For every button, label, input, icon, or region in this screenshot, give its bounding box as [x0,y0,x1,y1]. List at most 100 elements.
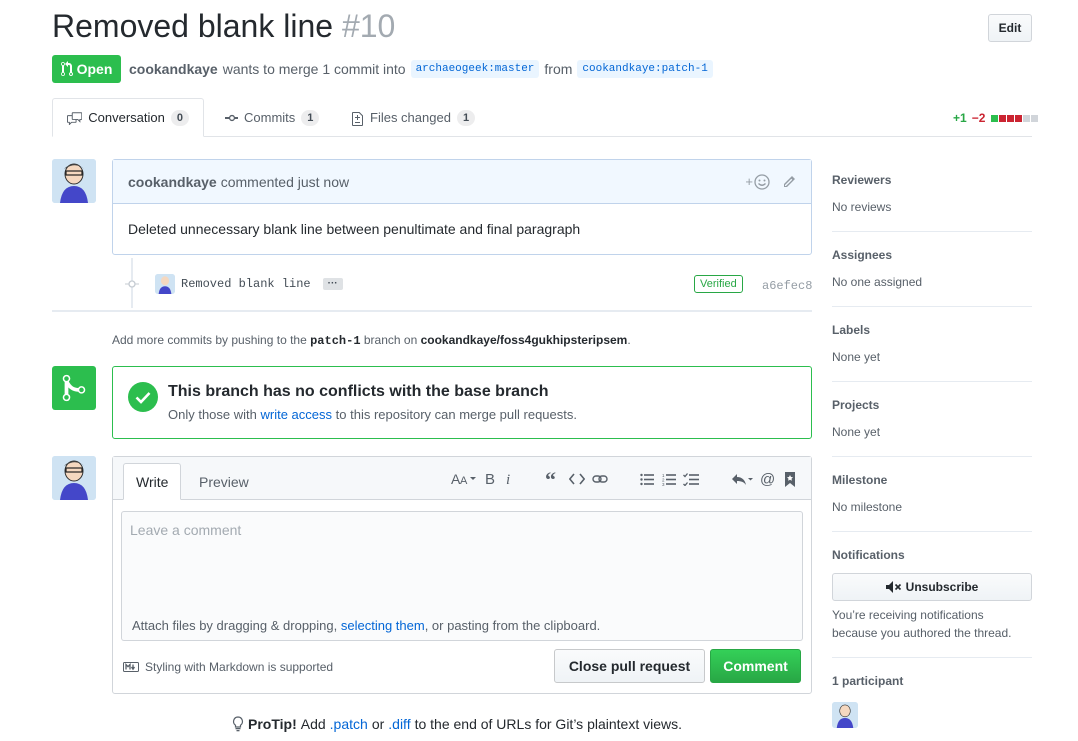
merge-status-icon-box [52,366,96,410]
patch-link[interactable]: .patch [330,716,368,732]
tab-label: Conversation [88,110,165,125]
comment-discussion-icon [67,111,83,125]
tab-label: Files changed [370,110,451,125]
code-icon[interactable] [569,469,585,489]
reviewers-heading[interactable]: Reviewers [832,173,891,187]
light-bulb-icon [232,716,244,732]
comment-header: cookandkaye commented just now + [113,160,811,204]
status-label: Open [76,61,113,77]
sidebar-divider [832,456,1032,457]
pr-title: Removed blank line [52,8,334,44]
push-help-text: Add more commits by pushing to the patch… [112,333,631,348]
attach-files-area[interactable]: Attach files by dragging & dropping, sel… [121,609,803,641]
merge-status-subtitle: Only those with write access to this rep… [168,407,577,422]
commit-avatar[interactable] [155,274,175,294]
svg-text:A: A [460,475,468,486]
protip-text-1: Add [300,716,326,732]
tab-preview[interactable]: Preview [187,463,261,500]
labels-heading[interactable]: Labels [832,323,870,337]
unsubscribe-label: Unsubscribe [905,580,979,594]
unordered-list-icon[interactable] [640,469,654,489]
sidebar-divider [832,231,1032,232]
tab-write[interactable]: Write [123,463,182,500]
markdown-icon [123,662,139,672]
check-circle-icon [128,382,158,415]
pencil-icon[interactable] [782,175,796,189]
protip-text-2: or [371,716,385,732]
tab-counter: 1 [456,109,476,126]
reply-icon[interactable] [731,469,753,489]
markdown-note[interactable]: Styling with Markdown is supported [123,660,333,674]
commit-sha-link[interactable]: a6efec8 [762,279,812,293]
milestone-value: No milestone [832,500,903,514]
ordered-list-icon[interactable]: 123 [662,469,676,489]
write-access-link[interactable]: write access [261,407,333,422]
comment-button[interactable]: Comment [710,649,801,683]
tab-counter: 0 [170,109,189,126]
head-ref[interactable]: cookandkaye:patch-1 [577,60,713,78]
diff-link[interactable]: .diff [388,716,410,732]
link-icon[interactable] [592,469,608,489]
pr-meta: cookandkaye wants to merge 1 commit into… [129,60,713,78]
comment-body: Deleted unnecessary blank line between p… [128,221,581,237]
task-list-icon[interactable] [683,469,699,489]
svg-text:i: i [506,472,510,486]
from-text: from [544,61,573,77]
saved-reply-icon[interactable] [784,469,796,489]
attach-suffix: , or pasting from the clipboard. [424,618,601,633]
avatar-illustration [832,702,858,728]
verified-badge[interactable]: Verified [694,275,743,293]
commit-icon [225,114,238,121]
mention-icon[interactable]: @ [760,469,775,489]
sidebar-divider [832,306,1032,307]
participants-heading: 1 participant [832,674,904,688]
participant-avatar[interactable] [832,702,858,728]
select-files-link[interactable]: selecting them [341,618,425,633]
timeline-separator [52,310,812,312]
commit-message-link[interactable]: Removed blank line [181,277,311,291]
base-ref[interactable]: archaeogeek:master [410,60,540,78]
tab-counter: 1 [301,109,320,126]
diffstat-blocks [990,111,1039,125]
tab-conversation[interactable]: Conversation 0 [52,98,204,137]
comment-box: cookandkaye commented just now + Deleted… [112,159,812,255]
protip: ProTip! Add .patch or .diff to the end o… [232,716,682,732]
quote-icon[interactable]: “ [545,469,561,489]
attach-prefix: Attach files by dragging & dropping, [132,618,338,633]
svg-text:@: @ [760,472,775,487]
assignees-heading[interactable]: Assignees [832,248,892,262]
git-commit-icon [125,280,139,288]
assignees-value: No one assigned [832,275,923,289]
bold-icon[interactable]: B [485,469,497,489]
protip-label: ProTip! [248,716,297,732]
comment-action: commented just now [220,173,350,190]
avatar[interactable] [52,159,96,203]
help-suffix: . [627,333,631,347]
text-size-icon[interactable]: AA [451,469,479,489]
help-prefix: Add more commits by pushing to the [112,333,307,347]
tab-files-changed[interactable]: Files changed 1 [338,98,489,137]
diffstat-block [991,115,999,122]
comment-textarea[interactable]: Leave a comment [121,511,803,610]
projects-heading[interactable]: Projects [832,398,879,412]
unsubscribe-button[interactable]: Unsubscribe [832,573,1032,601]
tab-commits[interactable]: Commits 1 [210,98,333,137]
help-middle: branch on [363,333,418,347]
expand-commit-button[interactable]: ··· [322,278,343,290]
notifications-reason: You’re receiving notifications because y… [832,608,1012,640]
merge-status-box [112,366,812,439]
comment-author[interactable]: cookandkaye [128,174,217,190]
diffstat-block [1031,115,1039,122]
italic-icon[interactable]: i [506,469,514,489]
author-link[interactable]: cookandkaye [129,61,218,77]
file-diff-icon [352,111,363,126]
add-reaction-icon[interactable]: + [745,173,770,190]
avatar[interactable] [52,456,96,500]
reviewers-value: No reviews [832,200,892,214]
sidebar-divider [832,531,1032,532]
close-pull-request-button[interactable]: Close pull request [554,649,705,683]
milestone-heading[interactable]: Milestone [832,473,887,487]
diffstat-block [1023,115,1031,122]
mute-icon [885,581,901,593]
edit-button[interactable]: Edit [988,14,1032,42]
